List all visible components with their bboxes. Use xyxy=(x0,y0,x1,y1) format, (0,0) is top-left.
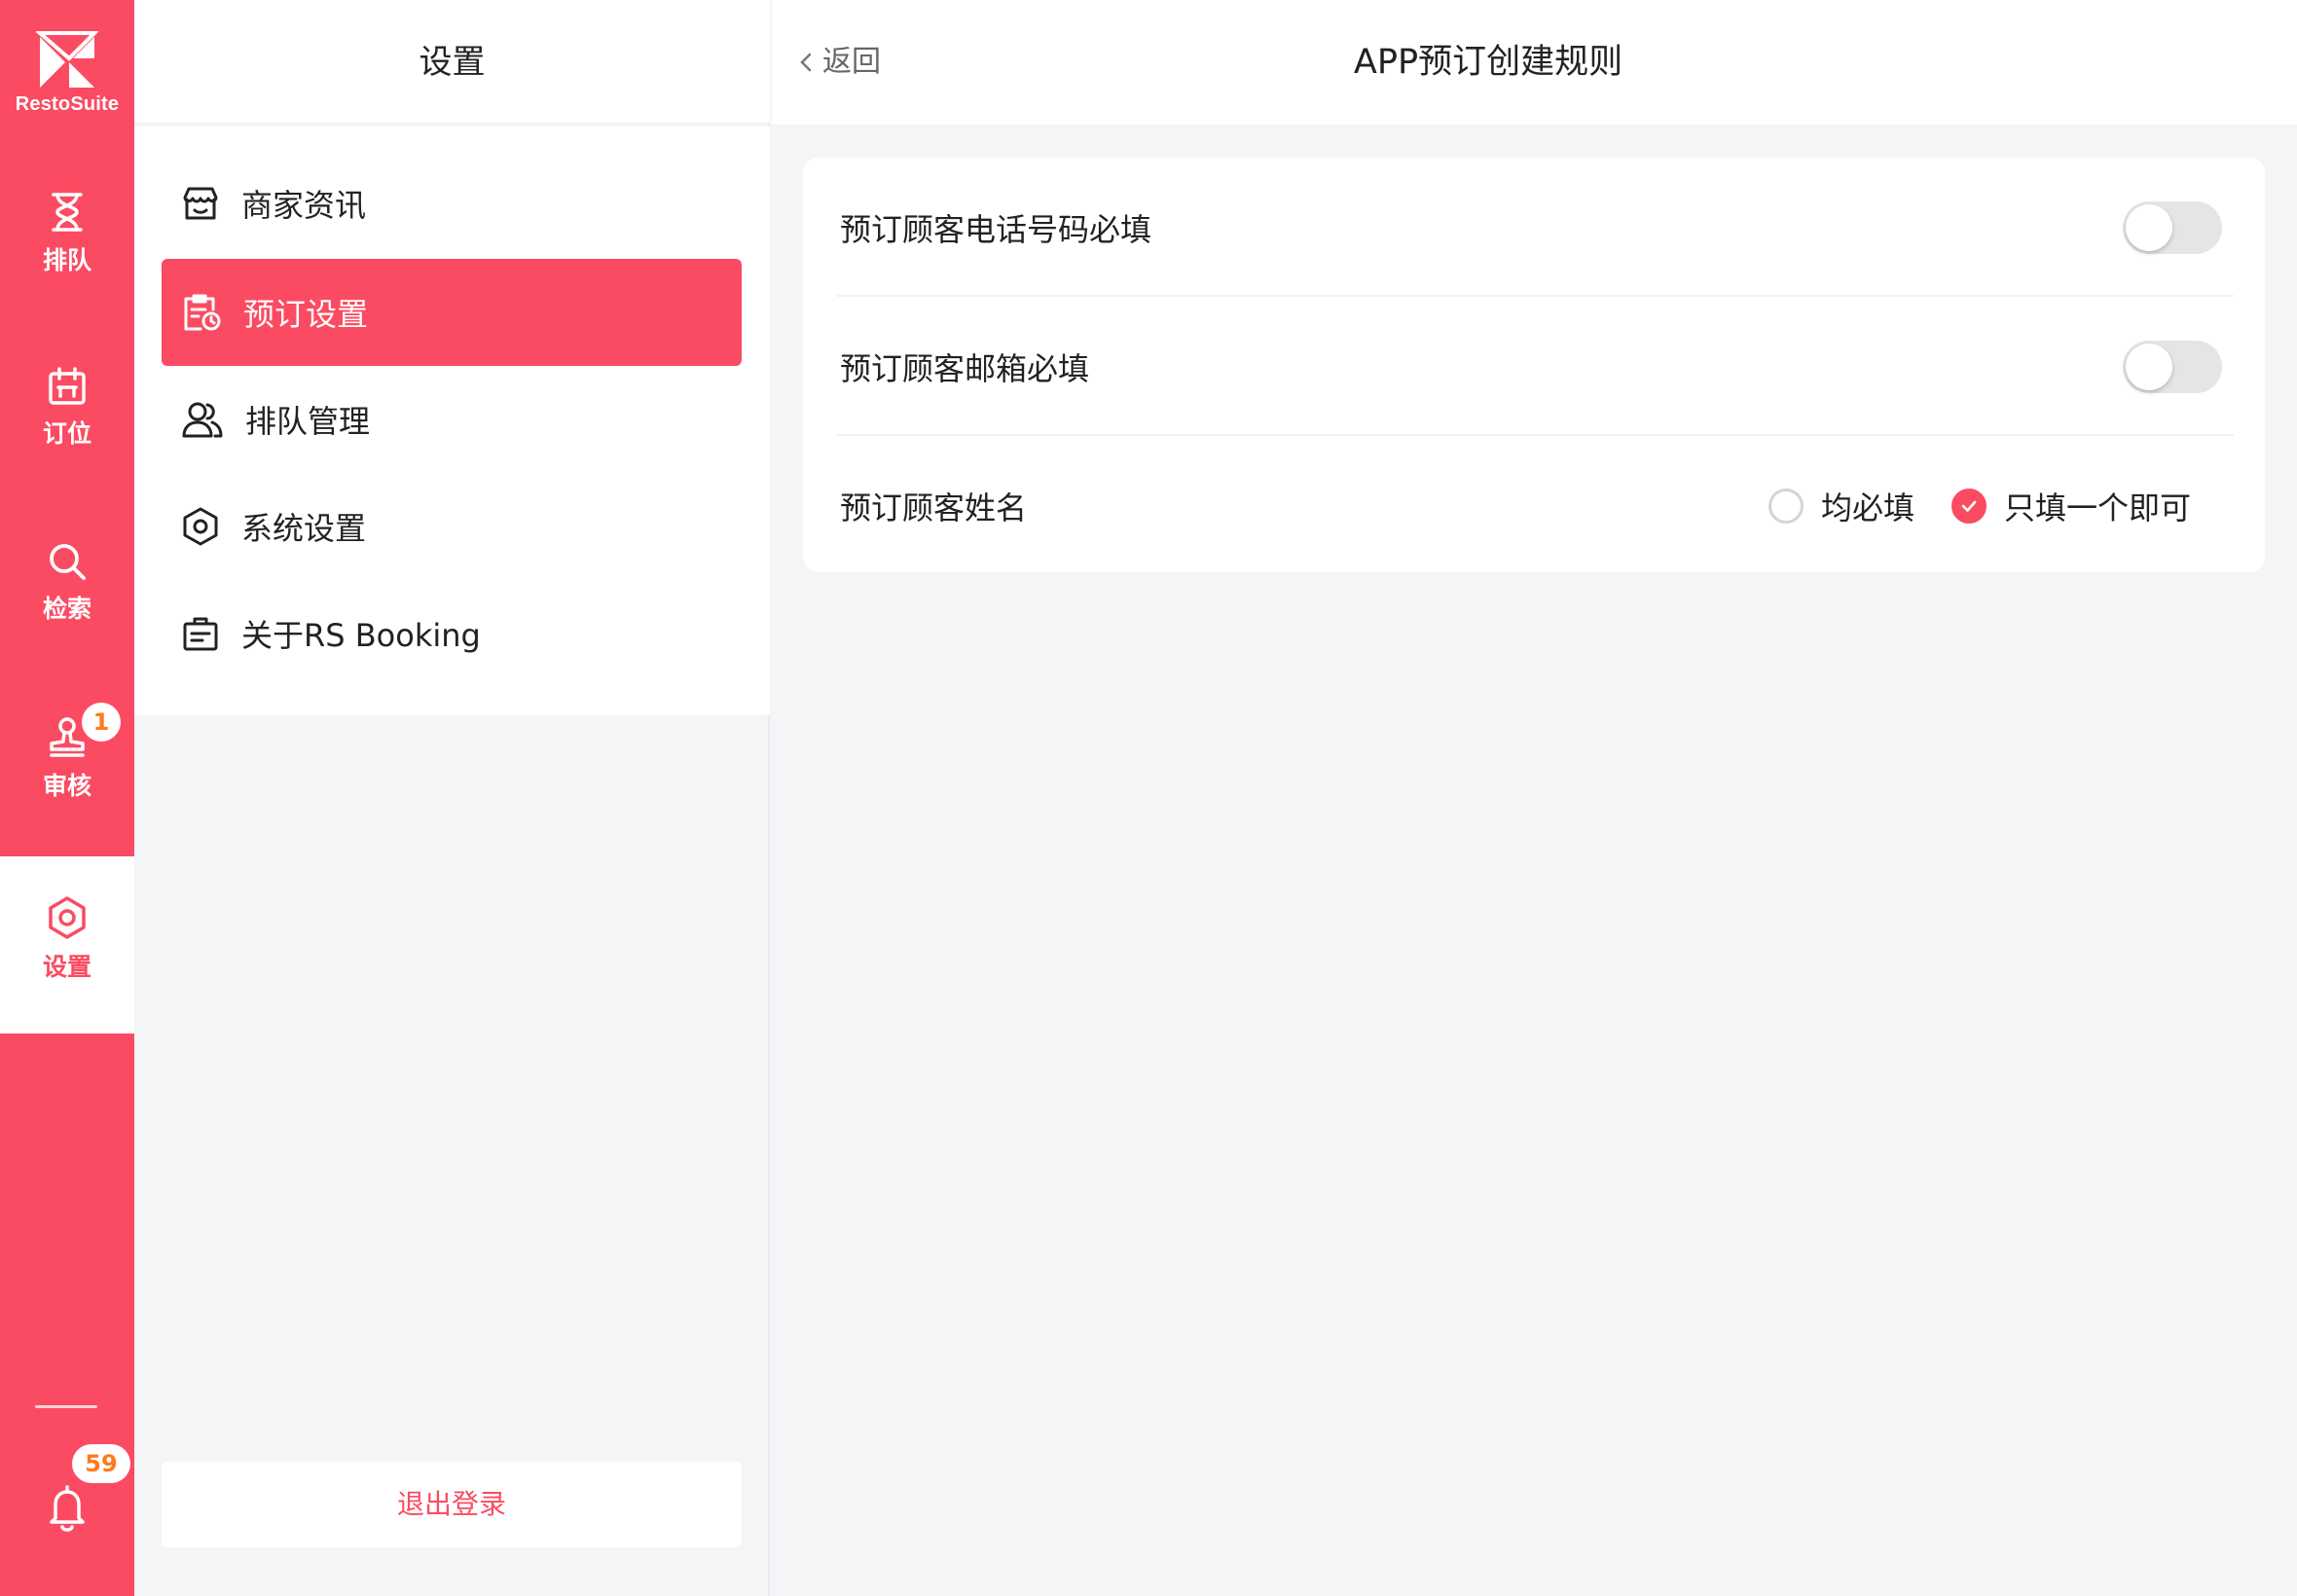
settings-menu: 设置 商家资讯 预订设置 排队管理 系统设置 关于RS Booking 退出登录 xyxy=(134,0,770,1596)
menu-item-about[interactable]: 关于RS Booking xyxy=(162,580,742,687)
phone-required-toggle[interactable] xyxy=(2123,200,2222,254)
rule-label: 预订顾客电话号码必填 xyxy=(840,210,1152,248)
menu-list: 商家资讯 预订设置 排队管理 系统设置 关于RS Booking xyxy=(134,127,770,715)
nav-item-label: 设置 xyxy=(42,953,91,981)
menu-item-system-settings[interactable]: 系统设置 xyxy=(162,473,742,580)
menu-item-merchant-info[interactable]: 商家资讯 xyxy=(162,150,742,257)
nav-item-queue[interactable]: 排队 xyxy=(0,191,134,276)
restosuite-logo-icon xyxy=(36,31,98,88)
menu-item-label: 商家资讯 xyxy=(241,187,367,224)
brand-name: RestoSuite xyxy=(15,93,120,115)
rules-card: 预订顾客电话号码必填 预订顾客邮箱必填 预订顾客姓名 均必填 只填一个即可 xyxy=(803,158,2265,572)
menu-item-label: 预订设置 xyxy=(243,296,369,333)
nav-item-search[interactable]: 检索 xyxy=(0,541,134,625)
menu-title: 设置 xyxy=(134,0,770,125)
hourglass-icon xyxy=(52,193,83,232)
page-title: APP预订创建规则 xyxy=(1353,43,1623,82)
rule-row-phone: 预订顾客电话号码必填 xyxy=(803,158,2265,297)
reservation-settings-icon xyxy=(184,294,221,331)
calendar-icon xyxy=(49,367,86,405)
radio-one-required[interactable]: 只填一个即可 xyxy=(1951,484,2191,528)
email-required-toggle[interactable] xyxy=(2123,340,2222,393)
app-logo: RestoSuite xyxy=(0,29,134,116)
menu-item-label: 排队管理 xyxy=(245,403,371,440)
settings-icon xyxy=(49,896,86,939)
menu-item-queue-management[interactable]: 排队管理 xyxy=(162,366,742,473)
radio-checked-icon xyxy=(1951,488,1987,524)
store-icon xyxy=(183,187,218,220)
radio-label: 只填一个即可 xyxy=(2003,489,2191,526)
menu-item-reservation-settings[interactable]: 预订设置 xyxy=(162,259,742,366)
menu-item-label: 系统设置 xyxy=(241,510,367,547)
nav-rail: RestoSuite 排队 订位 检索 审核 1 设置 59 xyxy=(0,0,134,1596)
toggle-knob xyxy=(2126,203,2172,251)
settings-icon xyxy=(183,507,218,546)
radio-all-required[interactable]: 均必填 xyxy=(1768,484,1914,528)
menu-item-label: 关于RS Booking xyxy=(241,617,481,654)
rule-label: 预订顾客邮箱必填 xyxy=(840,349,1090,387)
notification-count-badge: 59 xyxy=(72,1444,130,1483)
review-count-badge: 1 xyxy=(82,703,121,742)
users-icon xyxy=(182,402,223,438)
rule-row-email: 预订顾客邮箱必填 xyxy=(803,297,2265,436)
checkmark-icon xyxy=(1961,500,1977,512)
radio-label: 均必填 xyxy=(1820,489,1914,526)
nav-item-reservations[interactable]: 订位 xyxy=(0,366,134,450)
notifications-button[interactable] xyxy=(0,1483,134,1542)
rail-divider xyxy=(35,1405,97,1408)
nav-item-label: 审核 xyxy=(42,772,91,800)
toggle-knob xyxy=(2126,343,2172,390)
search-icon xyxy=(50,544,86,580)
content-header: 返回 APP预订创建规则 xyxy=(772,0,2297,125)
name-rule-options: 均必填 只填一个即可 xyxy=(1768,484,2191,528)
rule-row-name: 预订顾客姓名 均必填 只填一个即可 xyxy=(803,436,2265,575)
nav-item-label: 排队 xyxy=(42,246,91,274)
nav-item-label: 订位 xyxy=(42,419,91,448)
info-board-icon xyxy=(183,617,218,651)
logout-button[interactable]: 退出登录 xyxy=(162,1462,742,1547)
nav-item-label: 检索 xyxy=(42,595,91,623)
bell-icon xyxy=(50,1485,85,1532)
rule-label: 预订顾客姓名 xyxy=(840,489,1028,526)
radio-unchecked-icon xyxy=(1768,488,1804,524)
nav-item-settings[interactable]: 设置 xyxy=(0,895,134,983)
